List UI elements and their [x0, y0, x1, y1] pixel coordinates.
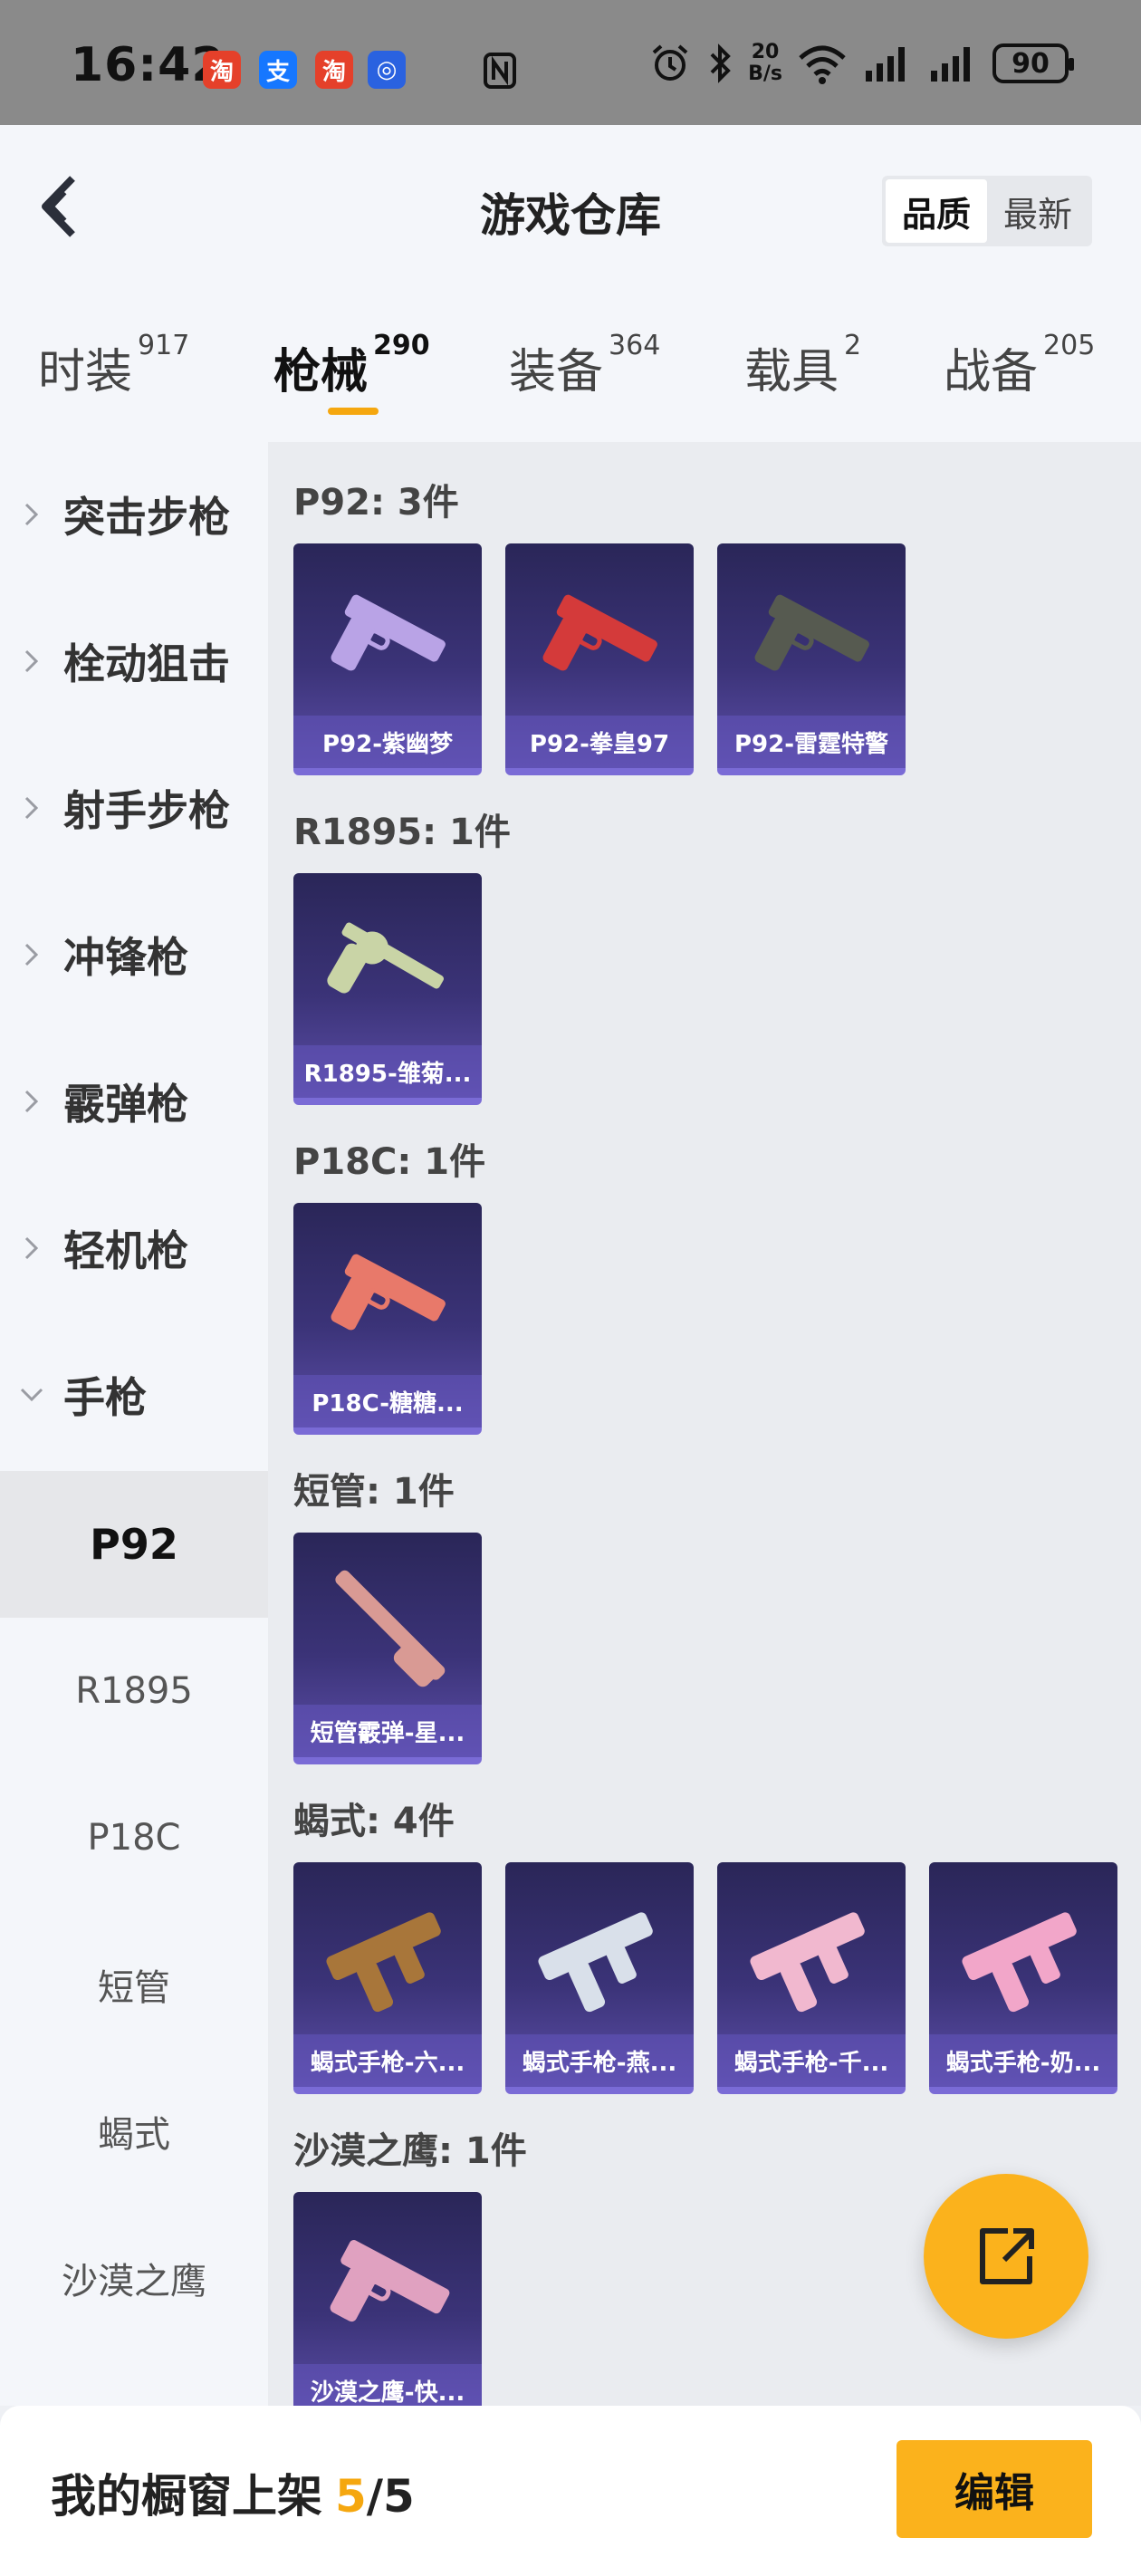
sidebar-subitem-desert-eagle[interactable]: 沙漠之鹰	[0, 2205, 268, 2351]
group-title: P18C: 1件	[293, 1141, 486, 1183]
weapon-category-sidebar: 突击步枪 栓动狙击 射手步枪 冲锋枪 霰弹枪 轻机枪 手枪 P92 R1895 …	[0, 442, 268, 2406]
status-bar: 16:42 淘 支 淘 ◎ 20 B/s 90	[0, 0, 1141, 125]
group-title: 短管: 1件	[293, 1471, 455, 1513]
shotgun-icon	[335, 1570, 446, 1687]
sort-quality-button[interactable]: 品质	[885, 179, 987, 243]
clock: 16:42	[71, 38, 225, 92]
sidebar-subitem-r1895[interactable]: R1895	[0, 1618, 268, 1764]
active-tab-indicator	[328, 408, 379, 415]
item-card[interactable]: 沙漠之鹰-快...	[293, 2192, 482, 2406]
header: 游戏仓库 品质 最新	[0, 125, 1141, 297]
revolver-icon	[327, 922, 444, 994]
sidebar-item-marksman-rifle[interactable]: 射手步枪	[0, 735, 268, 880]
pistol-icon	[331, 1254, 446, 1331]
item-card[interactable]: P92-雷霆特警	[717, 543, 906, 775]
item-card[interactable]: P18C-糖糖...	[293, 1203, 482, 1435]
chevron-right-icon	[0, 648, 63, 675]
pistol-icon	[542, 594, 657, 671]
chevron-down-icon	[0, 1386, 63, 1404]
taobao-icon: 淘	[315, 51, 353, 89]
item-card[interactable]: 蝎式手枪-六...	[293, 1862, 482, 2094]
group-title: 蝎式: 4件	[293, 1801, 455, 1842]
tab-equipment[interactable]: 装备 364	[509, 330, 660, 401]
chevron-right-icon	[0, 941, 63, 968]
item-card[interactable]: 短管霰弹-星...	[293, 1533, 482, 1764]
share-button[interactable]	[924, 2174, 1088, 2339]
sidebar-subitem-p92[interactable]: P92	[0, 1471, 268, 1618]
group-title: R1895: 1件	[293, 812, 511, 853]
signal-icon	[866, 47, 905, 82]
sidebar-item-smg[interactable]: 冲锋枪	[0, 882, 268, 1027]
battery-indicator: 90	[992, 43, 1074, 83]
sidebar-subitem-scorpion[interactable]: 蝎式	[0, 2058, 268, 2205]
tab-firearms[interactable]: 枪械 290	[273, 330, 430, 401]
taobao-icon: 淘	[203, 51, 241, 89]
signal-icon	[931, 47, 970, 82]
sidebar-item-pistol[interactable]: 手枪	[0, 1322, 268, 1467]
status-icons: 20 B/s 90	[648, 36, 1074, 91]
net-speed: 20 B/s	[748, 41, 782, 85]
pistol-icon	[754, 594, 869, 671]
group-title: P92: 3件	[293, 482, 459, 524]
wifi-icon	[799, 45, 846, 84]
chevron-right-icon	[0, 501, 63, 528]
group-title: 沙漠之鹰: 1件	[293, 2130, 527, 2172]
sidebar-item-shotgun[interactable]: 霰弹枪	[0, 1029, 268, 1174]
smg-icon	[750, 1912, 865, 2013]
sidebar-item-lmg[interactable]: 轻机枪	[0, 1176, 268, 1321]
tab-combat-gear[interactable]: 战备 205	[944, 330, 1095, 401]
item-card[interactable]: R1895-雏菊...	[293, 873, 482, 1105]
chevron-right-icon	[0, 1235, 63, 1262]
edit-button[interactable]: 编辑	[896, 2440, 1092, 2538]
item-card[interactable]: 蝎式手枪-燕...	[505, 1862, 694, 2094]
tab-vehicles[interactable]: 载具 2	[744, 330, 861, 401]
bottom-bar: 我的橱窗上架 5/5 编辑	[0, 2406, 1141, 2576]
bluetooth-icon	[710, 43, 731, 83]
sidebar-item-bolt-sniper[interactable]: 栓动狙击	[0, 589, 268, 734]
sidebar-subitem-p18c[interactable]: P18C	[0, 1764, 268, 1911]
item-card[interactable]: 蝎式手枪-千...	[717, 1862, 906, 2094]
sort-newest-button[interactable]: 最新	[987, 179, 1088, 243]
tab-fashion[interactable]: 时装 917	[38, 330, 189, 401]
smg-icon	[326, 1912, 441, 2013]
alarm-icon	[652, 44, 688, 81]
sidebar-subitem-short-barrel[interactable]: 短管	[0, 1911, 268, 2058]
sort-toggle: 品质 最新	[881, 176, 1092, 246]
sidebar-item-assault-rifle[interactable]: 突击步枪	[0, 442, 268, 587]
external-link-icon	[980, 2228, 1034, 2284]
chevron-right-icon	[0, 1088, 63, 1115]
smg-icon	[962, 1912, 1077, 2013]
app-icon: ◎	[368, 51, 406, 89]
alipay-icon: 支	[259, 51, 297, 89]
chevron-right-icon	[0, 794, 63, 822]
pistol-icon	[330, 2239, 450, 2322]
item-card[interactable]: 蝎式手枪-奶...	[929, 1862, 1117, 2094]
item-card[interactable]: P92-拳皇97	[505, 543, 694, 775]
category-tabs: 时装 917 枪械 290 装备 364 载具 2 战备 205	[0, 297, 1141, 442]
item-grid: P92: 3件 P92-紫幽梦 P92-拳皇97 P92-雷霆特警 R1895:…	[268, 442, 1141, 2406]
showcase-count: 我的橱窗上架 5/5	[51, 2470, 415, 2523]
smg-icon	[538, 1912, 653, 2013]
pistol-icon	[331, 594, 446, 671]
nfc-icon	[484, 53, 516, 89]
item-card[interactable]: P92-紫幽梦	[293, 543, 482, 775]
